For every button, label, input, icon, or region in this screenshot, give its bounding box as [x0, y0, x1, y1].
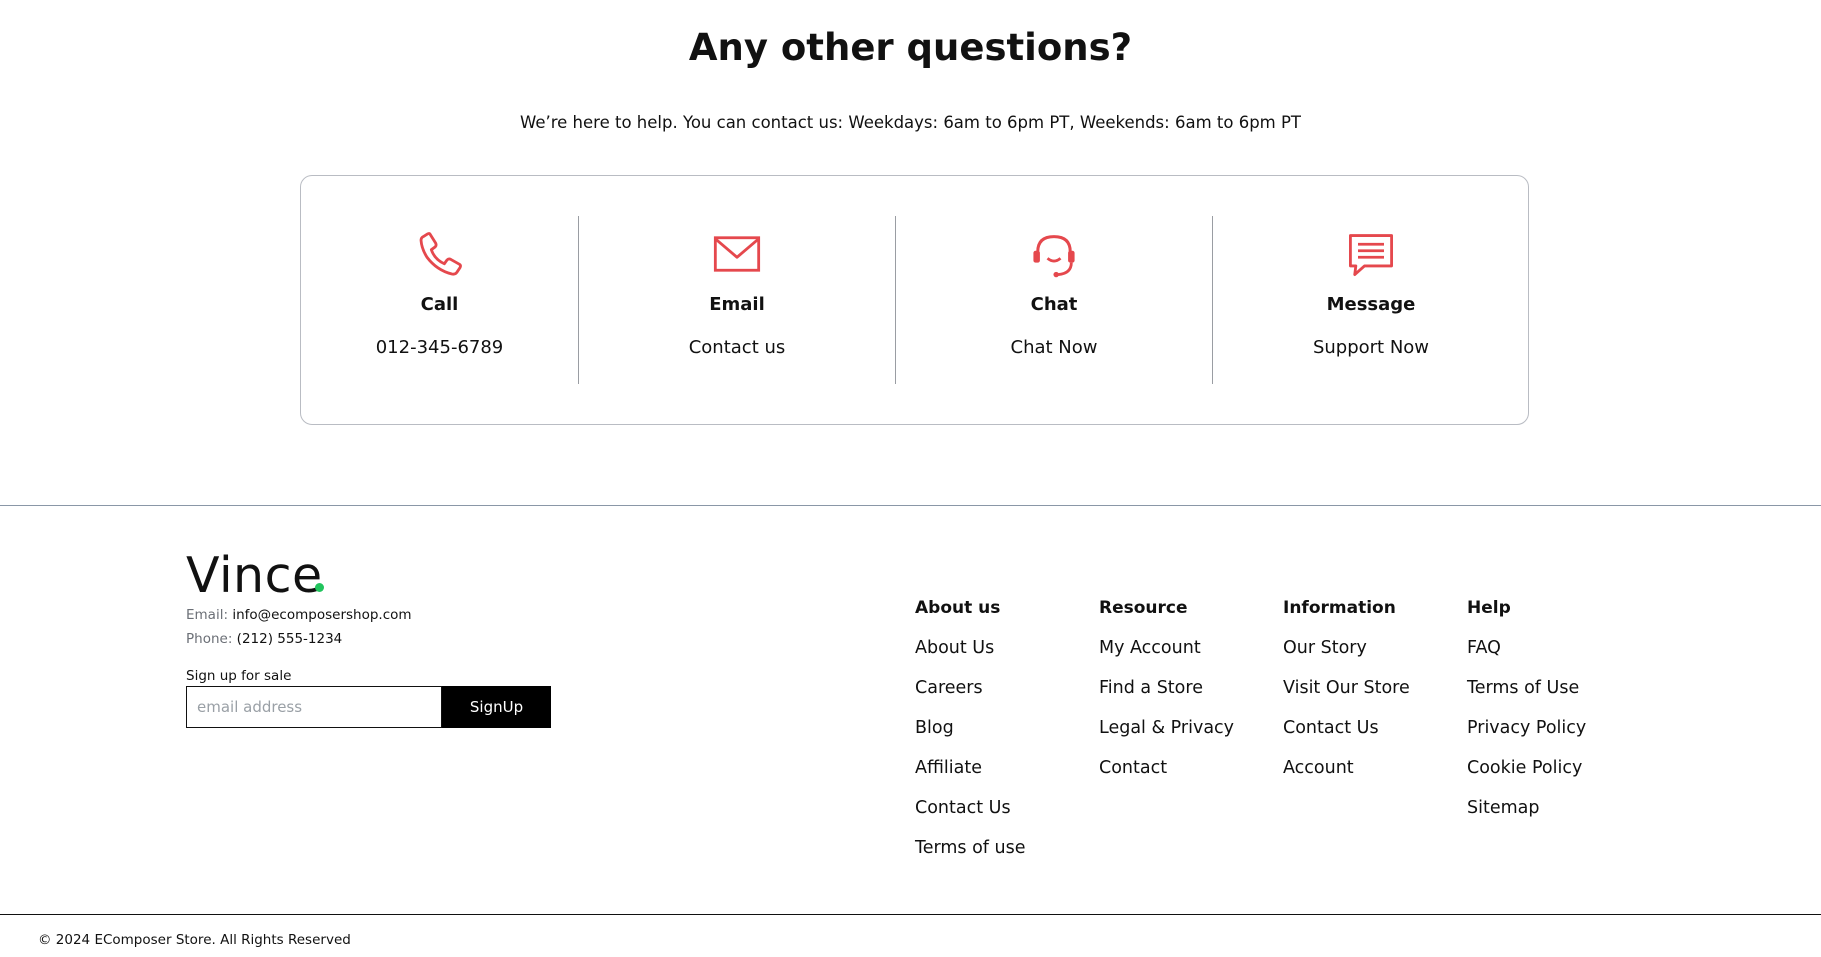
footer-link[interactable]: About Us [915, 638, 1026, 678]
footer-column-title: Help [1467, 598, 1511, 618]
footer-link[interactable]: FAQ [1467, 638, 1586, 678]
contact-option-label: Chat [1030, 294, 1078, 315]
help-section: Any other questions? We’re here to help.… [0, 0, 1821, 506]
footer-phone[interactable]: (212) 555-1234 [237, 631, 343, 647]
footer-link[interactable]: My Account [1099, 638, 1234, 678]
footer-link[interactable]: Terms of use [915, 838, 1026, 878]
footer-link[interactable]: Sitemap [1467, 798, 1586, 838]
footer-link[interactable]: Cookie Policy [1467, 758, 1586, 798]
contact-option-email[interactable]: Email Contact us [579, 216, 895, 384]
footer-link[interactable]: Blog [915, 718, 1026, 758]
contact-option-label: Call [420, 294, 459, 315]
footer-bottom-divider [0, 914, 1821, 915]
contact-option-call[interactable]: Call 012-345-6789 [301, 216, 578, 384]
contact-option-value[interactable]: 012-345-6789 [301, 337, 578, 358]
contact-option-value[interactable]: Chat Now [896, 337, 1212, 358]
footer-link[interactable]: Contact [1099, 758, 1234, 798]
help-title: Any other questions? [688, 26, 1133, 69]
footer-column-title: About us [915, 598, 1001, 618]
contact-option-label: Message [1326, 294, 1416, 315]
message-icon [1349, 234, 1393, 276]
copyright-text: © 2024 EComposer Store. All Rights Reser… [38, 932, 351, 948]
footer-column-title: Information [1283, 598, 1396, 618]
footer-link[interactable]: Find a Store [1099, 678, 1234, 718]
brand-logo[interactable]: Vince [186, 551, 323, 600]
envelope-icon [713, 236, 761, 272]
footer-link[interactable]: Affiliate [915, 758, 1026, 798]
headset-icon [1033, 235, 1075, 278]
footer-link[interactable]: Careers [915, 678, 1026, 718]
footer-link[interactable]: Account [1283, 758, 1410, 798]
contact-options-box: Call 012-345-6789 Email Contact us Chat … [300, 175, 1529, 425]
footer-link[interactable]: Visit Our Store [1283, 678, 1410, 718]
signup-email-input[interactable] [186, 686, 442, 728]
contact-option-message[interactable]: Message Support Now [1213, 216, 1529, 384]
contact-option-value[interactable]: Contact us [579, 337, 895, 358]
footer-link[interactable]: Contact Us [915, 798, 1026, 838]
footer-column-title: Resource [1099, 598, 1188, 618]
phone-label: Phone: [186, 631, 233, 647]
footer-column-about: About us About Us Careers Blog Affiliate… [915, 598, 1026, 878]
footer-link[interactable]: Legal & Privacy [1099, 718, 1234, 758]
signup-button[interactable]: SignUp [442, 686, 551, 728]
footer-column-information: Information Our Story Visit Our Store Co… [1283, 598, 1410, 798]
footer-link[interactable]: Terms of Use [1467, 678, 1586, 718]
signup-form: SignUp [186, 686, 551, 728]
footer-email[interactable]: info@ecomposershop.com [232, 607, 411, 623]
footer-top-divider [0, 505, 1821, 506]
signup-label: Sign up for sale [186, 668, 292, 684]
email-label: Email: [186, 607, 229, 623]
footer-link[interactable]: Contact Us [1283, 718, 1410, 758]
contact-option-label: Email [709, 294, 765, 315]
footer-column-resource: Resource My Account Find a Store Legal &… [1099, 598, 1234, 798]
footer-email-line: Email: info@ecomposershop.com [186, 607, 412, 623]
contact-option-chat[interactable]: Chat Chat Now [896, 216, 1212, 384]
brand-dot [315, 583, 324, 592]
footer-link[interactable]: Our Story [1283, 638, 1410, 678]
footer-column-help: Help FAQ Terms of Use Privacy Policy Coo… [1467, 598, 1586, 838]
help-subtitle: We’re here to help. You can contact us: … [519, 113, 1302, 132]
footer-link[interactable]: Privacy Policy [1467, 718, 1586, 758]
footer-phone-line: Phone: (212) 555-1234 [186, 631, 342, 647]
contact-option-value[interactable]: Support Now [1213, 337, 1529, 358]
phone-icon [419, 232, 462, 276]
